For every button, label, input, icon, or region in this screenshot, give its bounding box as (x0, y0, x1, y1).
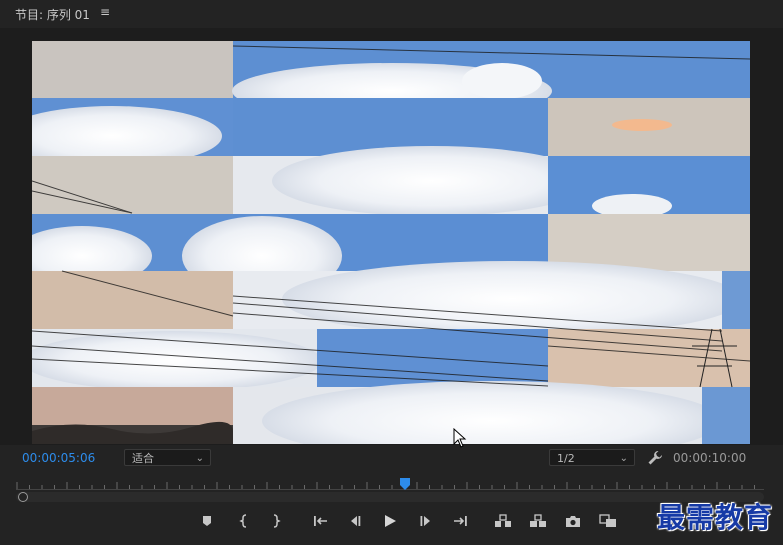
play-button[interactable] (380, 511, 400, 531)
go-to-out-icon (454, 516, 467, 526)
scrollbar-handle[interactable] (18, 492, 28, 502)
mouse-cursor-icon (453, 428, 467, 448)
monitor-info-row: 00:00:05:06 适合 ⌄ 1/2 ⌄ 00:00:10:00 (0, 448, 783, 470)
zoom-scrollbar[interactable] (16, 492, 764, 502)
lift-button[interactable] (493, 511, 513, 531)
video-frame[interactable] (32, 41, 750, 444)
watermark-text: 最需教育 (657, 501, 774, 534)
step-back-icon (351, 516, 361, 526)
mark-out-button[interactable] (266, 511, 286, 531)
extract-button[interactable] (528, 511, 548, 531)
lift-icon (495, 514, 511, 527)
go-to-in-button[interactable] (311, 511, 331, 531)
chevron-down-icon: ⌄ (195, 453, 204, 464)
extract-icon (530, 514, 546, 527)
add-marker-icon (203, 516, 211, 526)
export-frame-icon (566, 515, 580, 527)
mark-out-icon (273, 514, 281, 528)
zoom-select-value: 适合 (132, 452, 154, 465)
go-to-out-button[interactable] (450, 511, 470, 531)
comparison-view-button[interactable] (598, 511, 618, 531)
video-frame-image (32, 41, 750, 444)
duration-timecode: 00:00:10:00 (673, 451, 747, 465)
chevron-down-icon: ⌄ (619, 453, 628, 464)
panel-title[interactable]: 节目: 序列 01 (15, 6, 90, 23)
mark-in-icon (239, 514, 247, 528)
resolution-select-value: 1/2 (557, 452, 575, 465)
step-forward-icon (420, 516, 430, 526)
export-frame-button[interactable] (563, 511, 583, 531)
playhead-icon[interactable] (399, 478, 411, 490)
wrench-icon[interactable] (647, 450, 663, 466)
play-icon (385, 515, 396, 527)
comparison-view-icon (599, 514, 616, 527)
program-monitor (0, 28, 783, 445)
current-timecode[interactable]: 00:00:05:06 (22, 451, 95, 465)
mark-in-button[interactable] (234, 511, 254, 531)
go-to-in-icon (314, 516, 327, 526)
step-forward-button[interactable] (416, 511, 436, 531)
hamburger-menu-icon[interactable]: ≡ (100, 5, 110, 19)
resolution-select[interactable]: 1/2 ⌄ (549, 449, 635, 466)
step-back-button[interactable] (345, 511, 365, 531)
panel-header: 节目: 序列 01 ≡ (0, 0, 783, 28)
add-marker-button[interactable] (197, 511, 217, 531)
zoom-select[interactable]: 适合 ⌄ (124, 449, 211, 466)
